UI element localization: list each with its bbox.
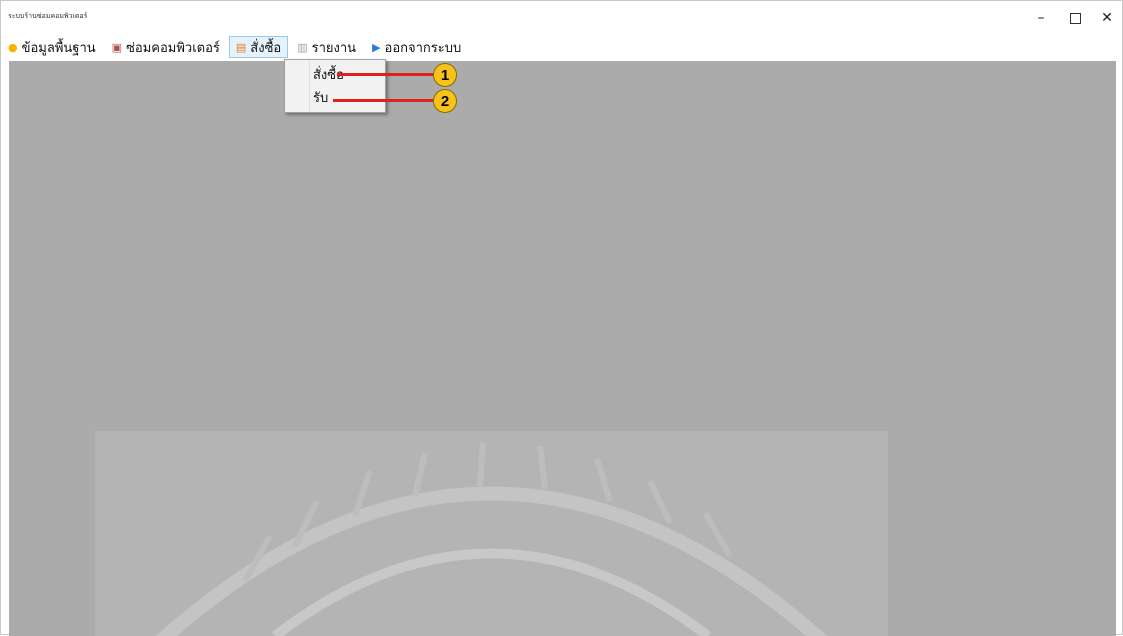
report-icon: ▥ — [297, 40, 308, 54]
callout-badge-1: 1 — [433, 63, 457, 87]
window-title: ระบบร้านซ่อมคอมพิวเตอร์ — [8, 12, 88, 20]
order-icon: ▤ — [235, 40, 247, 54]
order-dropdown-menu: สั่งซื้อ รับ — [284, 59, 386, 113]
title-bar: ระบบร้านซ่อมคอมพิวเตอร์ – ✕ — [1, 1, 1122, 35]
maximize-icon — [1069, 12, 1081, 24]
seal-watermark-graphic — [155, 442, 828, 636]
menu-order[interactable]: ▤ สั่งซื้อ — [228, 36, 289, 58]
menu-bar: ● ข้อมูลพื้นฐาน ▣ ซ่อมคอมพิวเตอร์ ▤ สั่ง… — [1, 35, 1122, 59]
menu-label: ข้อมูลพื้นฐาน — [21, 40, 96, 56]
close-icon: ✕ — [1101, 10, 1113, 26]
menu-label: รายงาน — [311, 40, 357, 56]
lightbulb-icon: ● — [8, 40, 18, 54]
menu-basic-data[interactable]: ● ข้อมูลพื้นฐาน — [1, 36, 103, 58]
menu-label: สั่งซื้อ — [250, 40, 282, 56]
monitor-icon: ▣ — [111, 40, 123, 54]
callout-line-1 — [337, 73, 435, 76]
callout-line-2 — [333, 99, 435, 102]
menu-computer-repair[interactable]: ▣ ซ่อมคอมพิวเตอร์ — [105, 36, 227, 58]
exit-icon: ▶ — [372, 40, 381, 54]
menu-report[interactable]: ▥ รายงาน — [290, 36, 363, 58]
menu-label: ซ่อมคอมพิวเตอร์ — [126, 40, 220, 56]
menu-label: ออกจากระบบ — [384, 40, 462, 56]
minimize-icon: – — [1037, 10, 1045, 26]
menu-logout[interactable]: ▶ ออกจากระบบ — [365, 36, 468, 58]
university-seal-watermark — [95, 431, 888, 636]
menu-gutter — [285, 60, 310, 112]
dropdown-item-receive[interactable]: รับ — [313, 87, 328, 107]
close-button[interactable]: ✕ — [1087, 5, 1123, 31]
callout-badge-2: 2 — [433, 89, 457, 113]
mdi-workspace — [9, 61, 1116, 636]
app-window: ระบบร้านซ่อมคอมพิวเตอร์ – ✕ ● ข้อมูลพื้น… — [0, 0, 1123, 636]
